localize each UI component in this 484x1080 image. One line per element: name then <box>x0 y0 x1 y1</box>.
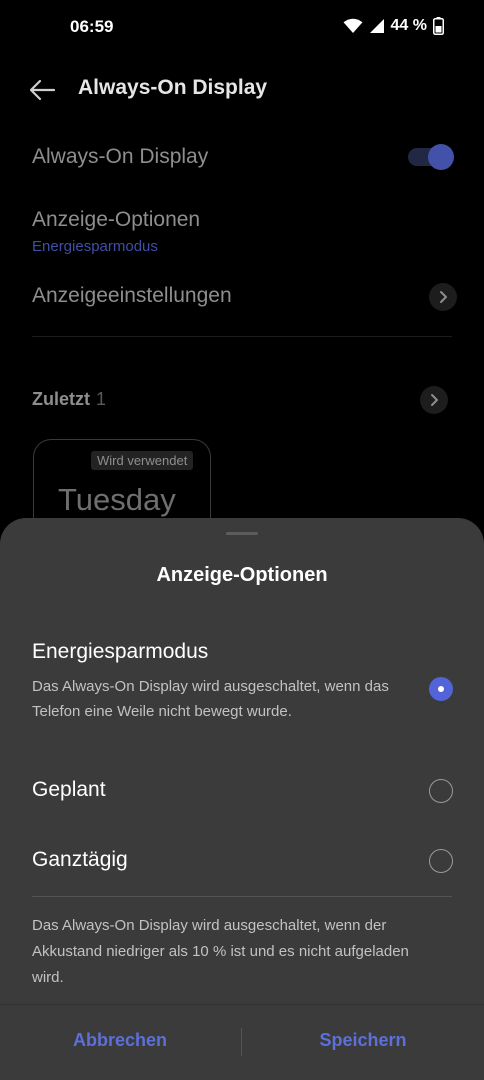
option-all-day[interactable]: Ganztägig <box>0 846 484 880</box>
cancel-button[interactable]: Abbrechen <box>20 1030 220 1051</box>
option-energy-saving[interactable]: Energiesparmodus Das Always-On Display w… <box>0 638 484 728</box>
display-options-sheet: Anzeige-Optionen Energiesparmodus Das Al… <box>0 518 484 1080</box>
button-separator <box>241 1028 242 1056</box>
sheet-title: Anzeige-Optionen <box>156 564 328 586</box>
divider <box>32 896 452 897</box>
option-scheduled[interactable]: Geplant <box>0 776 484 810</box>
radio-unselected-icon[interactable] <box>429 779 453 803</box>
battery-icon <box>433 17 444 35</box>
recent-chevron-icon[interactable] <box>420 386 448 414</box>
app-bar: Always-On Display <box>0 70 484 110</box>
save-button[interactable]: Speichern <box>263 1030 463 1051</box>
status-bar: 06:59 ! 44 % <box>0 0 484 58</box>
radio-unselected-icon[interactable] <box>429 849 453 873</box>
recent-count: 1 <box>96 389 107 409</box>
display-settings-label[interactable]: Anzeigeeinstellungen <box>32 284 232 308</box>
page-title: Always-On Display <box>78 76 268 99</box>
svg-text:!: ! <box>357 27 360 34</box>
divider <box>32 336 452 337</box>
status-time: 06:59 <box>70 17 114 36</box>
back-arrow-icon[interactable] <box>28 78 56 102</box>
wifi-icon: ! <box>343 18 363 34</box>
option-description: Das Always-On Display wird ausgeschaltet… <box>32 678 389 720</box>
sheet-drag-handle[interactable] <box>226 532 258 535</box>
battery-footer-note: Das Always-On Display wird ausgeschaltet… <box>32 917 409 986</box>
recent-section-header: Zuletzt 1 <box>32 389 106 410</box>
display-options-value: Energiesparmodus <box>32 238 158 255</box>
status-icons: ! 44 % <box>343 17 444 35</box>
divider <box>0 1004 484 1005</box>
toggle-thumb <box>428 144 454 170</box>
aod-toggle[interactable] <box>406 144 454 170</box>
option-label: Energiesparmodus <box>32 640 209 663</box>
option-label: Ganztägig <box>32 848 128 871</box>
preview-day: Tuesday <box>58 482 176 517</box>
radio-selected-icon[interactable] <box>429 677 453 701</box>
signal-icon <box>369 18 385 34</box>
screen: 06:59 ! 44 % Always-On Display Always-On… <box>0 0 484 1080</box>
battery-percent: 44 % <box>390 17 427 34</box>
aod-setting-label[interactable]: Always-On Display <box>32 145 208 169</box>
in-use-badge: Wird verwendet <box>91 451 194 470</box>
option-label: Geplant <box>32 778 106 801</box>
display-settings-chevron-icon[interactable] <box>429 283 457 311</box>
display-options-label[interactable]: Anzeige-Optionen <box>32 208 200 232</box>
recent-label: Zuletzt <box>32 389 90 409</box>
